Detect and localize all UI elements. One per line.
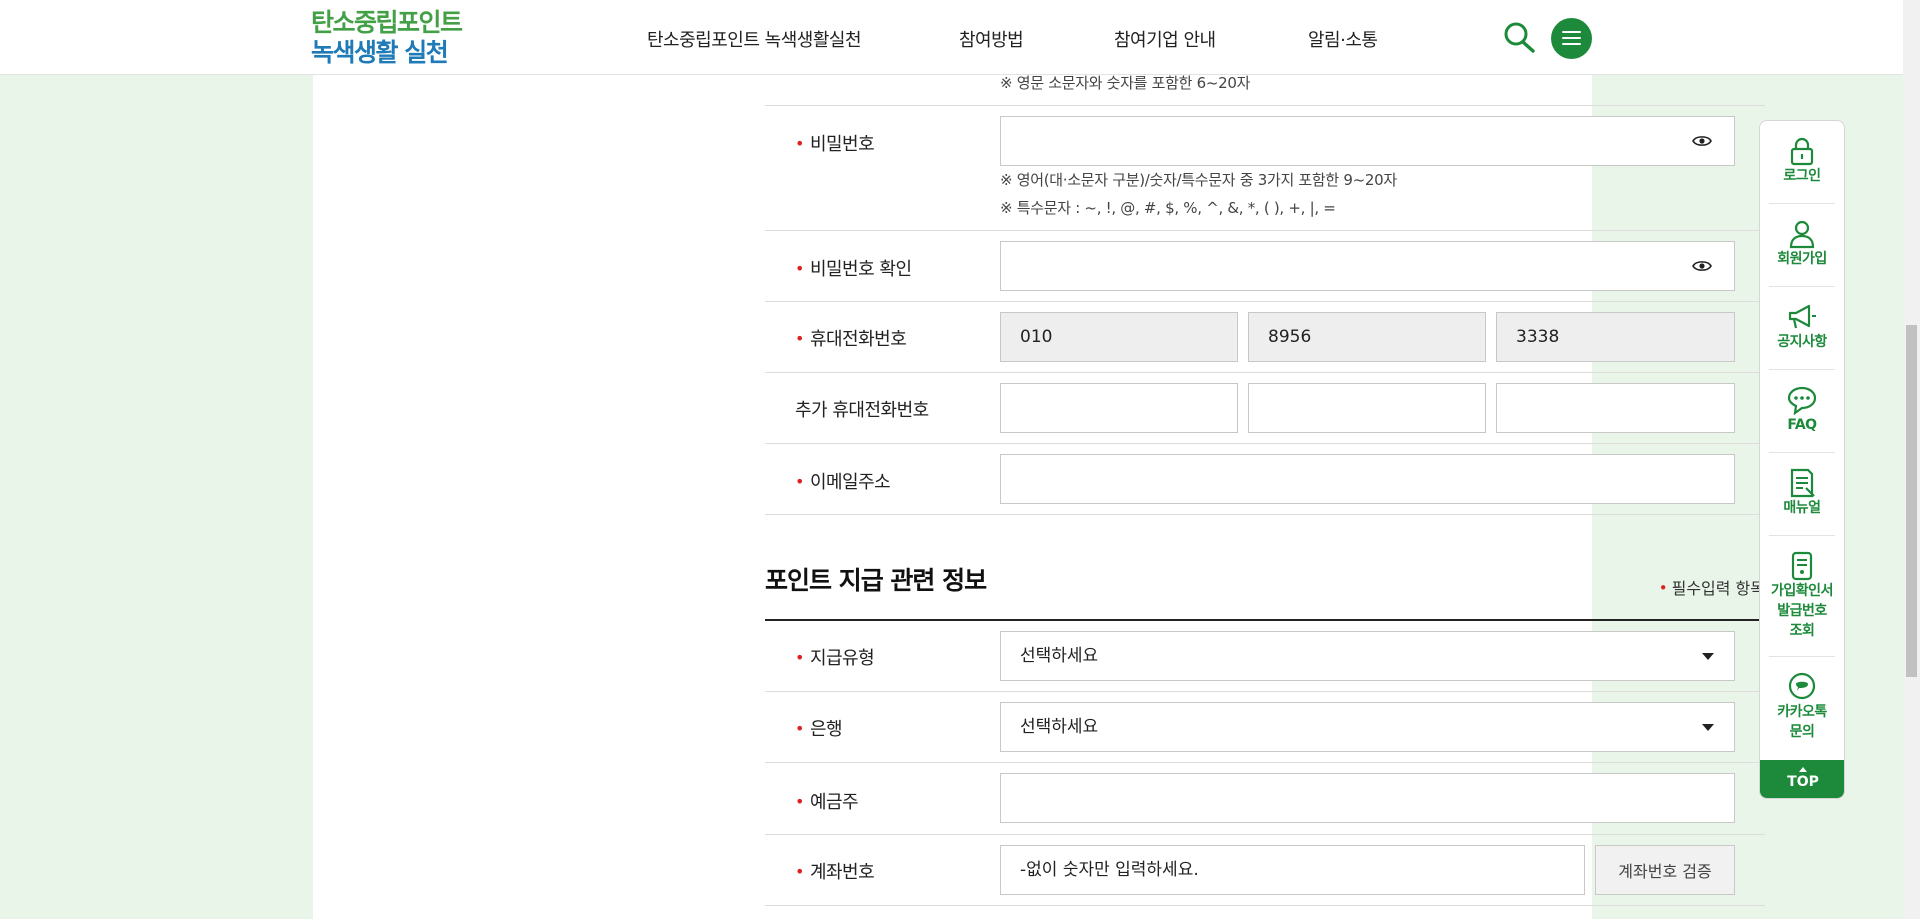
quick-notice-label: 공지사항 — [1777, 334, 1827, 350]
nav-item-how-to-join[interactable]: 참여방법 — [959, 26, 1024, 52]
kakao-talk-icon — [1788, 672, 1816, 700]
quick-kakao-label-2: 문의 — [1789, 724, 1815, 740]
quick-faq-label: FAQ — [1787, 417, 1817, 433]
nav-item-companies[interactable]: 참여기업 안내 — [1114, 26, 1216, 52]
extra-mobile-label: 추가 휴대전화번호 — [795, 400, 929, 421]
scroll-top-button[interactable]: TOP — [1760, 760, 1844, 798]
depositor-row: • 예금주 — [765, 763, 1765, 835]
pay-type-label: • 지급유형 — [795, 648, 875, 669]
mobile-label: • 휴대전화번호 — [795, 329, 907, 350]
mobile-part3-field[interactable]: 3338 — [1496, 312, 1735, 362]
quick-certificate[interactable]: 가입확인서 발급번호 조회 — [1769, 536, 1835, 657]
account-label: • 계좌번호 — [795, 862, 875, 883]
extra-mobile-part2-input[interactable] — [1248, 383, 1486, 433]
eye-icon[interactable] — [1692, 132, 1712, 150]
password-confirm-input[interactable] — [1000, 241, 1735, 291]
password-confirm-row: • 비밀번호 확인 — [765, 231, 1765, 302]
email-input[interactable] — [1000, 454, 1735, 504]
chevron-down-icon — [1702, 724, 1714, 731]
quick-manual-label: 매뉴얼 — [1783, 500, 1821, 516]
scrollbar-thumb[interactable] — [1906, 325, 1917, 677]
quick-kakao-label-1: 카카오톡 — [1777, 704, 1827, 720]
pay-type-row: • 지급유형 선택하세요 — [765, 621, 1765, 692]
password-confirm-label: • 비밀번호 확인 — [795, 259, 912, 280]
nav-item-notice[interactable]: 알림·소통 — [1308, 26, 1378, 52]
mobile-part1-field[interactable]: 010 — [1000, 312, 1238, 362]
eye-icon[interactable] — [1692, 257, 1712, 275]
chevron-down-icon — [1702, 653, 1714, 660]
password-row: • 비밀번호 ※ 영어(대·소문자 구분)/숫자/특수문자 중 3가지 포함한 9… — [765, 106, 1765, 231]
password-special-chars-text: ※ 특수문자 : ~, !, @, #, $, %, ^, &, *, ( ),… — [1000, 199, 1336, 217]
quick-login-label: 로그인 — [1783, 168, 1821, 184]
extra-mobile-row: 추가 휴대전화번호 — [765, 373, 1765, 444]
arrow-up-icon — [1799, 767, 1807, 772]
quick-notice[interactable]: 공지사항 — [1769, 287, 1835, 370]
password-label: • 비밀번호 — [795, 134, 875, 155]
quick-faq[interactable]: FAQ — [1769, 370, 1835, 453]
payment-section-title: 포인트 지급 관련 정보 — [765, 566, 987, 595]
menu-button[interactable] — [1551, 18, 1592, 59]
hamburger-icon — [1562, 31, 1581, 33]
logo-line-1: 탄소중립포인트 — [311, 8, 463, 37]
bank-select[interactable]: 선택하세요 — [1000, 702, 1735, 752]
scroll-top-label: TOP — [1787, 774, 1819, 790]
site-header: 탄소중립포인트 녹색생활 실천 탄소중립포인트 녹색생활실천 참여방법 참여기업… — [0, 0, 1903, 75]
site-logo[interactable]: 탄소중립포인트 녹색생활 실천 — [311, 8, 463, 68]
mobile-row: • 휴대전화번호 010 8956 3338 — [765, 302, 1765, 373]
chat-bubble-icon — [1787, 386, 1817, 415]
bank-label: • 은행 — [795, 719, 843, 740]
certificate-icon — [1791, 551, 1813, 581]
quick-login[interactable]: 로그인 — [1769, 121, 1835, 204]
mobile-part2-field[interactable]: 8956 — [1248, 312, 1486, 362]
page-scrollbar[interactable] — [1903, 0, 1920, 919]
required-fields-note: • 필수입력 항목 — [1658, 579, 1765, 598]
signup-form: ※ 영문 소문자와 숫자를 포함한 6~20자 • 비밀번호 ※ 영어(대·소문자… — [765, 0, 1765, 919]
email-label: • 이메일주소 — [795, 472, 891, 493]
password-help-text: ※ 영어(대·소문자 구분)/숫자/특수문자 중 3가지 포함한 9~20자 — [1000, 171, 1397, 189]
nav-item-green-life[interactable]: 탄소중립포인트 녹색생활실천 — [647, 26, 862, 52]
extra-mobile-part1-input[interactable] — [1000, 383, 1238, 433]
account-number-input[interactable] — [1000, 845, 1585, 895]
quick-signup[interactable]: 회원가입 — [1769, 204, 1835, 287]
pay-type-select[interactable]: 선택하세요 — [1000, 631, 1735, 681]
person-icon — [1789, 220, 1815, 249]
verify-account-button[interactable]: 계좌번호 검증 — [1595, 845, 1735, 895]
depositor-label: • 예금주 — [795, 792, 859, 813]
megaphone-icon — [1788, 304, 1816, 329]
bank-selected: 선택하세요 — [1020, 717, 1099, 737]
search-icon — [1504, 22, 1535, 53]
quick-signup-label: 회원가입 — [1777, 251, 1827, 267]
document-icon — [1790, 468, 1815, 498]
logo-line-2: 녹색생활 실천 — [311, 38, 449, 67]
search-button[interactable] — [1502, 20, 1538, 56]
quick-certificate-label-1: 가입확인서 — [1771, 583, 1833, 599]
quick-manual[interactable]: 매뉴얼 — [1769, 453, 1835, 536]
quick-kakao[interactable]: 카카오톡 문의 — [1769, 657, 1835, 762]
quick-menu: 로그인 회원가입 공지사항 FAQ 매뉴얼 가입확인서 발급번호 조회 카카오톡… — [1759, 120, 1845, 799]
depositor-input[interactable] — [1000, 773, 1735, 823]
main-content: ※ 영문 소문자와 숫자를 포함한 6~20자 • 비밀번호 ※ 영어(대·소문자… — [313, 0, 1765, 919]
lock-icon — [1790, 137, 1814, 166]
email-row: • 이메일주소 — [765, 444, 1765, 515]
quick-certificate-label-3: 조회 — [1789, 623, 1815, 639]
bank-row: • 은행 선택하세요 — [765, 692, 1765, 763]
extra-mobile-part3-input[interactable] — [1496, 383, 1735, 433]
quick-certificate-label-2: 발급번호 — [1777, 603, 1827, 619]
pay-type-selected: 선택하세요 — [1020, 646, 1099, 666]
password-input[interactable] — [1000, 116, 1735, 166]
